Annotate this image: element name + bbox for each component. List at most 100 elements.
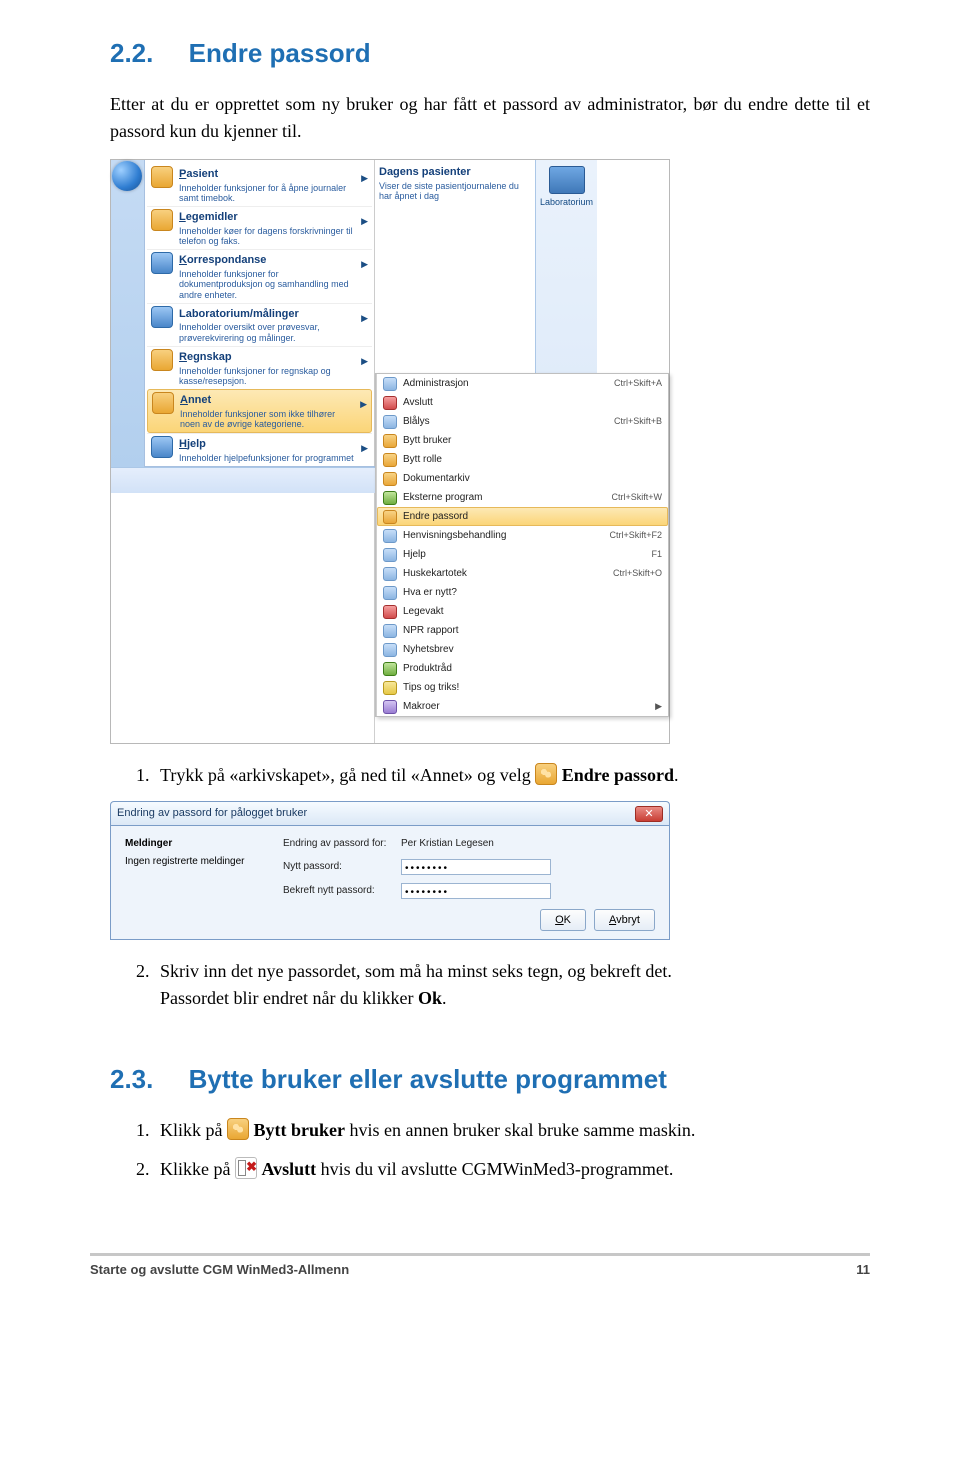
menu-item-laboratorium-m-linger[interactable]: Laboratorium/målingerInneholder oversikt… xyxy=(147,303,372,346)
right-panel-desc: Viser de siste pasientjournalene du har … xyxy=(379,181,531,202)
bytt-bruker-icon xyxy=(227,1118,249,1140)
menu-item-korrespondanse[interactable]: KorrespondanseInneholder funksjoner for … xyxy=(147,249,372,303)
step2-line2a: Passordet blir endret når du klikker xyxy=(160,988,418,1008)
orb-column xyxy=(111,160,145,467)
step2-line2c: . xyxy=(442,988,447,1008)
step1-bold: Endre passord xyxy=(562,765,674,785)
confirm-password-input[interactable]: •••••••• xyxy=(401,883,551,899)
lab-label: Laboratorium xyxy=(536,196,597,210)
submenu-item-hjelp[interactable]: Hjelp F1 xyxy=(377,545,668,564)
section-title-23: Bytte bruker eller avslutte programmet xyxy=(189,1064,667,1094)
submenu-item-makroer[interactable]: Makroer ▶ xyxy=(377,697,668,716)
cancel-button[interactable]: Avbryt xyxy=(594,909,655,932)
chevron-right-icon: ▶ xyxy=(361,209,368,246)
submenu-label: Nyhetsbrev xyxy=(403,642,454,657)
submenu-icon xyxy=(383,700,397,714)
chevron-right-icon: ▶ xyxy=(361,306,368,343)
submenu-icon xyxy=(383,396,397,410)
footer-left: Starte og avslutte CGM WinMed3-Allmenn xyxy=(90,1260,349,1280)
chevron-right-icon: ▶ xyxy=(361,436,368,463)
meldinger-box: Meldinger Ingen registrerte meldinger xyxy=(125,836,275,869)
chevron-right-icon: ▶ xyxy=(360,392,367,429)
submenu-label: Avslutt xyxy=(403,395,433,410)
submenu-icon xyxy=(383,643,397,657)
step-3: Klikk på Bytt bruker hvis en annen bruke… xyxy=(154,1117,870,1144)
submenu-icon xyxy=(383,453,397,467)
submenu-label: Bytt bruker xyxy=(403,433,451,448)
submenu-item-legevakt[interactable]: Legevakt xyxy=(377,602,668,621)
submenu-label: Hva er nytt? xyxy=(403,585,457,600)
section-number-23: 2.3. xyxy=(110,1064,153,1094)
step2-line1: Skriv inn det nye passordet, som må ha m… xyxy=(160,961,672,981)
submenu-shortcut: Ctrl+Skift+F2 xyxy=(609,529,662,543)
menu-item-icon xyxy=(151,306,173,328)
lab-icon xyxy=(549,166,585,194)
close-icon[interactable]: ✕ xyxy=(635,806,663,822)
ok-button[interactable]: OK xyxy=(540,909,586,932)
password-dialog-screenshot: Endring av passord for pålogget bruker ✕… xyxy=(110,801,670,940)
menu-item-desc: Inneholder køer for dagens forskrivninge… xyxy=(179,226,355,247)
step-1: Trykk på «arkivskapet», gå ned til «Anne… xyxy=(154,762,870,789)
menu-item-hjelp[interactable]: HjelpInneholder hjelpefunksjoner for pro… xyxy=(147,433,372,466)
section-heading-23: 2.3. Bytte bruker eller avslutte program… xyxy=(110,1060,870,1099)
submenu-icon xyxy=(383,415,397,429)
for-value: Per Kristian Legesen xyxy=(401,836,655,851)
submenu-item-huskekartotek[interactable]: HuskekartotekCtrl+Skift+O xyxy=(377,564,668,583)
submenu-label: NPR rapport xyxy=(403,623,459,638)
step4-pre: Klikke på xyxy=(160,1159,235,1179)
submenu-label: Endre passord xyxy=(403,509,468,524)
submenu-label: Produktråd xyxy=(403,661,452,676)
submenu-item-administrasjon[interactable]: Administrasjon Ctrl+Skift+A xyxy=(377,374,668,393)
menu-item-regnskap[interactable]: RegnskapInneholder funksjoner for regnsk… xyxy=(147,346,372,389)
submenu-label: Administrasjon xyxy=(403,376,469,391)
submenu-icon xyxy=(383,567,397,581)
submenu-shortcut: Ctrl+Skift+O xyxy=(613,567,662,581)
for-label: Endring av passord for: xyxy=(283,836,393,851)
submenu-item-endre-passord[interactable]: Endre passord xyxy=(377,507,668,526)
submenu-item-produktr-d[interactable]: Produktråd xyxy=(377,659,668,678)
menu-item-legemidler[interactable]: LegemidlerInneholder køer for dagens for… xyxy=(147,206,372,249)
chevron-right-icon: ▶ xyxy=(361,252,368,300)
new-password-input[interactable]: •••••••• xyxy=(401,859,551,875)
menu-item-title: Laboratorium/målinger xyxy=(179,306,355,323)
submenu-shortcut: F1 xyxy=(651,548,662,562)
submenu-label: Blålys xyxy=(403,414,430,429)
submenu-label: Makroer xyxy=(403,699,440,714)
submenu-item-eksterne-program[interactable]: Eksterne programCtrl+Skift+W xyxy=(377,488,668,507)
submenu-item-nyhetsbrev[interactable]: Nyhetsbrev xyxy=(377,640,668,659)
avslutt-icon xyxy=(235,1157,257,1179)
step-2: Skriv inn det nye passordet, som må ha m… xyxy=(154,958,870,1012)
confirm-password-label: Bekreft nytt passord: xyxy=(283,883,393,898)
submenu-item-bytt-rolle[interactable]: Bytt rolle xyxy=(377,450,668,469)
page-footer: Starte og avslutte CGM WinMed3-Allmenn 1… xyxy=(90,1253,870,1280)
submenu-item-henvisningsbehandling[interactable]: HenvisningsbehandlingCtrl+Skift+F2 xyxy=(377,526,668,545)
step3-post: hvis en annen bruker skal bruke samme ma… xyxy=(345,1120,695,1140)
submenu-item-hva-er-nytt-[interactable]: Hva er nytt? xyxy=(377,583,668,602)
submenu-shortcut: Ctrl+Skift+A xyxy=(614,377,662,391)
chevron-right-icon: ▶ xyxy=(361,166,368,203)
menu-item-pasient[interactable]: PasientInneholder funksjoner for å åpne … xyxy=(147,164,372,206)
step4-post: hvis du vil avslutte CGMWinMed3-programm… xyxy=(316,1159,673,1179)
menu-item-title: Hjelp xyxy=(179,436,355,453)
menu-item-annet[interactable]: AnnetInneholder funksjoner som ikke tilh… xyxy=(147,389,372,433)
submenu-shortcut: Ctrl+Skift+W xyxy=(611,491,662,505)
submenu-item-bytt-bruker[interactable]: Bytt bruker xyxy=(377,431,668,450)
menu-item-desc: Inneholder funksjoner for å åpne journal… xyxy=(179,183,355,204)
submenu-icon xyxy=(383,548,397,562)
submenu-icon xyxy=(383,605,397,619)
section-title: Endre passord xyxy=(189,38,371,68)
submenu-label: Hjelp xyxy=(403,547,426,562)
menu-item-title: Legemidler xyxy=(179,209,355,226)
start-orb-icon[interactable] xyxy=(112,161,142,191)
submenu-item-dokumentarkiv[interactable]: Dokumentarkiv xyxy=(377,469,668,488)
submenu-icon xyxy=(383,491,397,505)
lower-left-blank xyxy=(111,493,375,743)
submenu-item-avslutt[interactable]: Avslutt xyxy=(377,393,668,412)
submenu-item-bl-lys[interactable]: BlålysCtrl+Skift+B xyxy=(377,412,668,431)
menu-item-icon xyxy=(151,252,173,274)
submenu-item-tips-og-triks-[interactable]: Tips og triks! xyxy=(377,678,668,697)
submenu-item-npr-rapport[interactable]: NPR rapport xyxy=(377,621,668,640)
submenu-icon xyxy=(383,586,397,600)
menu-item-desc: Inneholder hjelpefunksjoner for programm… xyxy=(179,453,355,463)
chevron-right-icon: ▶ xyxy=(655,700,662,714)
